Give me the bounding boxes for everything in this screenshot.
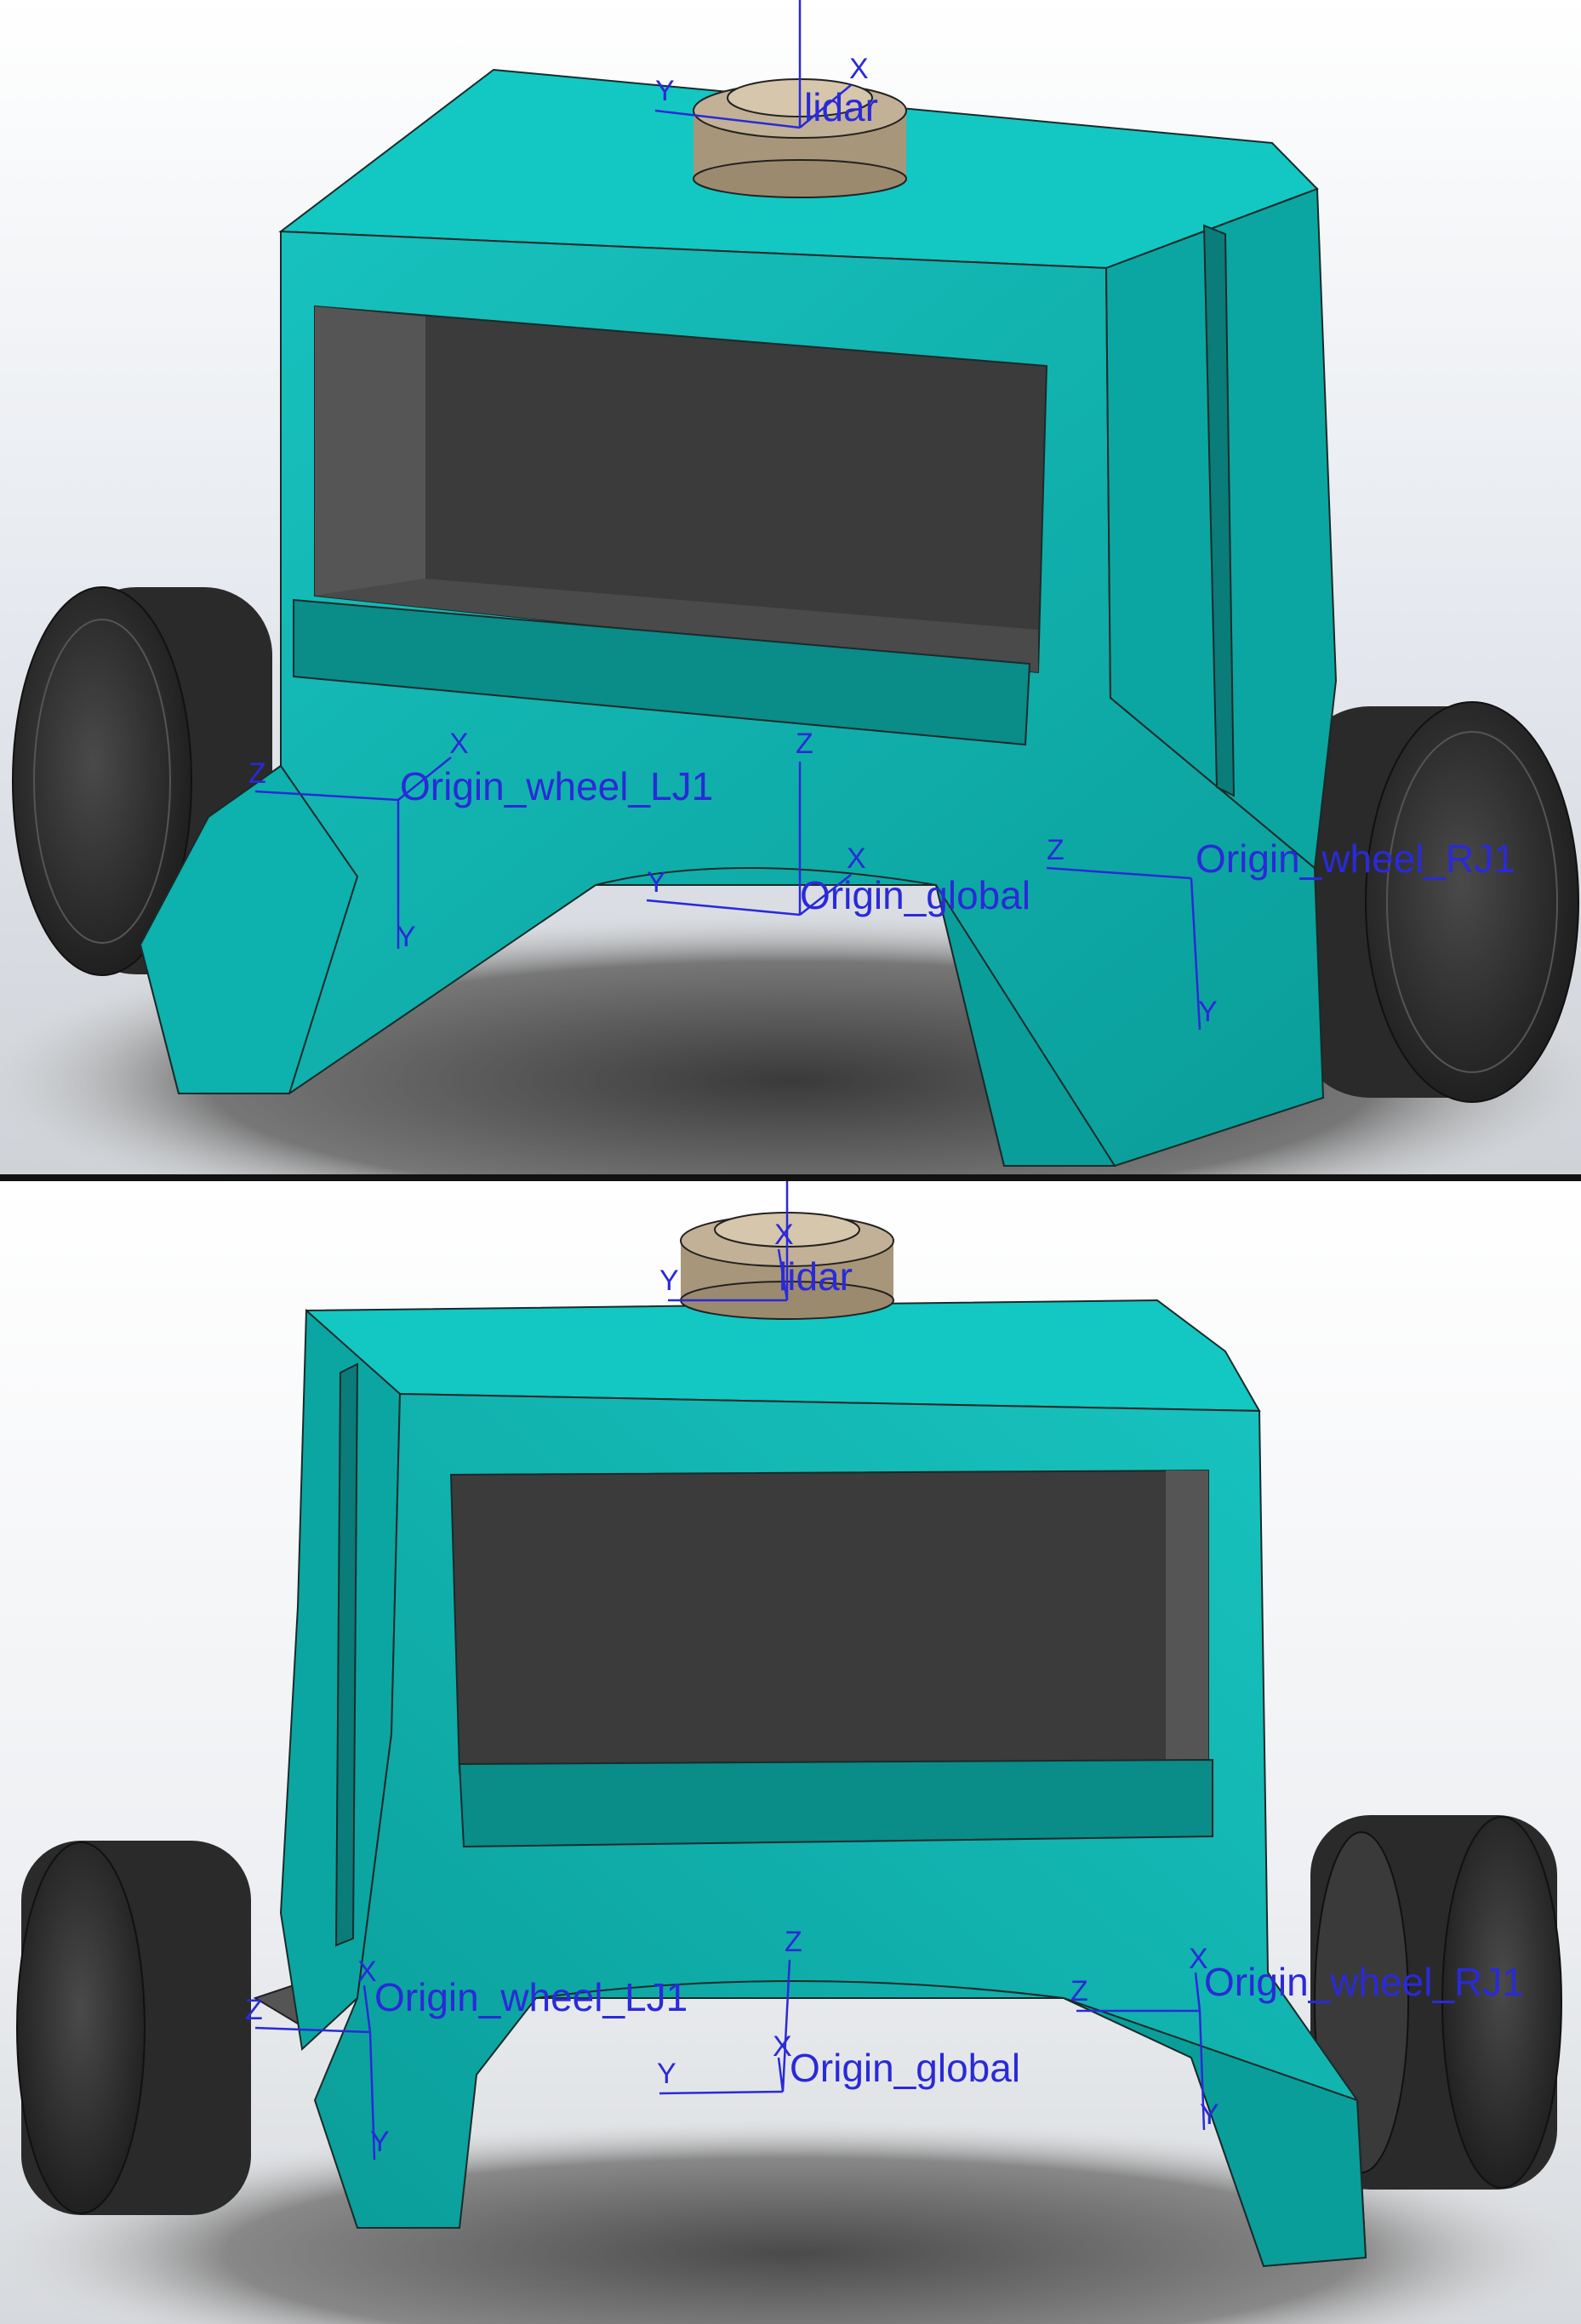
frame-rj1-label: Origin_wheel_RJ1: [1196, 837, 1515, 881]
frame-lidar-label: lidar: [779, 1254, 853, 1299]
frame-lj1-label: Origin_wheel_LJ1: [400, 764, 713, 808]
frame-lidar-axis-x: X: [849, 53, 869, 85]
frame-global-axis-y: Y: [657, 2058, 676, 2090]
frame-rj1-axis-z: Z: [1070, 1975, 1088, 2007]
frame-lj1-axis-y: Y: [397, 921, 416, 953]
right-wheel: [1293, 701, 1579, 1103]
frame-lj1-label: Origin_wheel_LJ1: [374, 1975, 688, 2019]
frame-lj1-axis-z: Z: [248, 757, 266, 790]
frame-rj1-axis-y: Y: [1198, 996, 1218, 1028]
frame-lidar-axis-y: Y: [655, 75, 675, 107]
frame-global-axis-y: Y: [647, 866, 666, 899]
frame-lj1-axis-z: Z: [245, 1994, 263, 2026]
frame-lidar-label: lidar: [804, 85, 878, 129]
frame-global-label: Origin_global: [800, 873, 1030, 917]
frame-global-label: Origin_global: [790, 2046, 1020, 2090]
frame-lj1-axis-x: X: [449, 728, 469, 760]
frame-lidar-axis-x: X: [774, 1219, 794, 1251]
bottom-view-canvas: Y X lidar X Z Y Origin_wheel_LJ1 Z Y X O…: [0, 1181, 1581, 2324]
frame-global-axis-z: Z: [796, 728, 813, 760]
frame-rj1-axis-y: Y: [1200, 2098, 1219, 2131]
top-view: Y X lidar X Z Y Origin_wheel_LJ1 Z Y X O…: [0, 0, 1581, 1174]
frame-global-axis-z: Z: [785, 1926, 802, 1958]
frame-lidar-axis-y: Y: [659, 1265, 679, 1297]
frame-lj1-axis-y: Y: [370, 2126, 390, 2158]
view-divider: [0, 1174, 1581, 1181]
bottom-view: Y X lidar X Z Y Origin_wheel_LJ1 Z Y X O…: [0, 1181, 1581, 2324]
frame-rj1-label: Origin_wheel_RJ1: [1204, 1960, 1524, 2004]
frame-rj1-axis-z: Z: [1047, 834, 1064, 866]
frame-global-axis-x: X: [847, 842, 866, 875]
top-view-canvas: Y X lidar X Z Y Origin_wheel_LJ1 Z Y X O…: [0, 0, 1581, 1174]
